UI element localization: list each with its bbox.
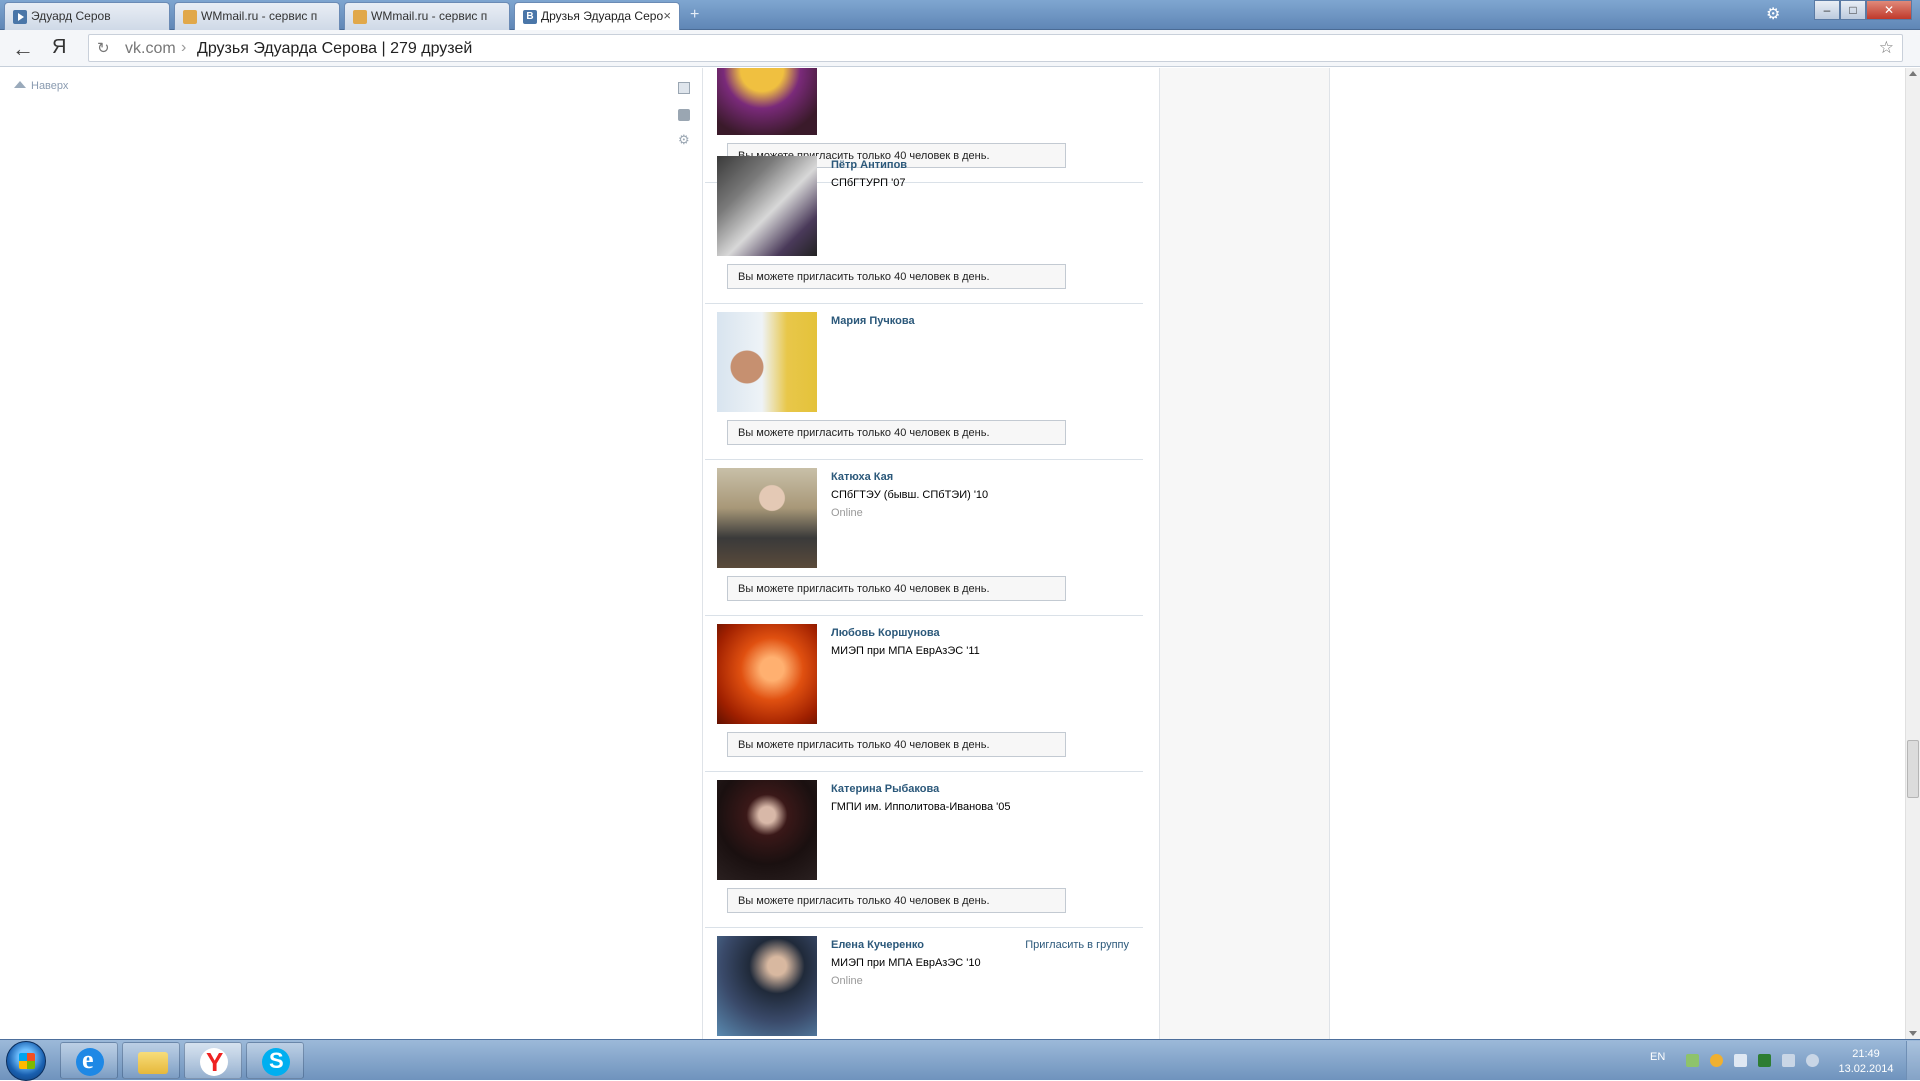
friend-name[interactable]: Елена Кучеренко xyxy=(831,939,924,951)
windows-taskbar: EN 21:49 13.02.2014 xyxy=(0,1039,1920,1081)
scroll-down-arrow-icon[interactable] xyxy=(1909,1031,1917,1036)
right-column xyxy=(1159,68,1330,1039)
friend-university: МИЭП при МПА ЕврАзЭС '11 xyxy=(831,645,980,657)
back-button[interactable]: ← xyxy=(12,36,34,62)
comment-icon[interactable] xyxy=(678,109,690,121)
friend-university: ГМПИ им. Ипполитова-Иванова '05 xyxy=(831,801,1011,813)
friend-university: МИЭП при МПА ЕврАзЭС '10 xyxy=(831,957,981,969)
friend-avatar[interactable] xyxy=(717,780,817,880)
friend-name[interactable]: Мария Пучкова xyxy=(831,315,915,327)
show-desktop-button[interactable] xyxy=(1906,1041,1920,1080)
settings-gear-icon[interactable]: ⚙ xyxy=(1766,4,1780,24)
invite-limit-note: Вы можете пригласить только 40 человек в… xyxy=(727,732,1066,757)
internet-explorer-icon[interactable] xyxy=(60,1042,118,1079)
folder-icon[interactable] xyxy=(122,1042,180,1079)
vk-icon: B xyxy=(523,10,537,24)
friend-name[interactable]: Любовь Коршунова xyxy=(831,627,940,639)
yandex-glyph-icon xyxy=(200,1047,228,1078)
friend-name[interactable]: Катерина Рыбакова xyxy=(831,783,939,795)
tab-title: WMmail.ru - сервис п xyxy=(371,9,488,23)
browser-toolbar: ← Я ↻ vk.com › Друзья Эдуарда Серова | 2… xyxy=(0,30,1920,67)
online-status: Online xyxy=(831,507,863,519)
invite-limit-note: Вы можете пригласить только 40 человек в… xyxy=(727,420,1066,445)
maximize-button[interactable]: □ xyxy=(1840,0,1866,20)
friend-avatar[interactable] xyxy=(717,624,817,724)
yandex-browser-icon[interactable] xyxy=(184,1042,242,1079)
play-icon xyxy=(13,10,27,24)
ie-glyph-icon xyxy=(76,1045,104,1076)
volume-icon[interactable] xyxy=(1806,1054,1819,1067)
friend-row: Пётр Антипов СПбГТУРП '07 Вы можете приг… xyxy=(705,148,1143,304)
folder-glyph-icon xyxy=(138,1052,168,1074)
network-icon[interactable] xyxy=(1782,1054,1795,1067)
tab-title: Друзья Эдуарда Серо xyxy=(541,9,664,23)
friend-row: Катюха Кая СПбГТЭУ (бывш. СПбТЭИ) '10 On… xyxy=(705,460,1143,616)
wmmail-icon xyxy=(183,10,197,24)
vertical-scrollbar[interactable] xyxy=(1905,68,1920,1039)
invite-to-group-link[interactable]: Пригласить в группу xyxy=(1025,939,1129,951)
skype-glyph-icon xyxy=(262,1048,290,1076)
gear-icon[interactable]: ⚙ xyxy=(678,133,690,146)
tab-title: Эдуард Серов xyxy=(31,9,111,23)
url-domain: vk.com xyxy=(125,40,176,57)
friend-avatar[interactable] xyxy=(717,156,817,256)
minimize-button[interactable]: – xyxy=(1814,0,1840,20)
wmmail-icon xyxy=(353,10,367,24)
url-separator: › xyxy=(181,39,187,56)
column-divider xyxy=(702,68,703,1039)
scrollbar-thumb[interactable] xyxy=(1907,740,1919,798)
friend-avatar[interactable] xyxy=(717,936,817,1036)
address-bar[interactable]: ↻ vk.com › Друзья Эдуарда Серова | 279 д… xyxy=(88,34,1903,62)
bookmark-star-icon[interactable]: ☆ xyxy=(1879,38,1894,58)
scroll-to-top-link[interactable]: Наверх xyxy=(14,80,68,92)
page-content: Наверх ⚙ Вы можете пригласить только 40 … xyxy=(0,68,1905,1039)
tab-eduard-serov[interactable]: Эдуард Серов xyxy=(4,2,170,30)
action-center-flag-icon[interactable] xyxy=(1734,1054,1747,1067)
tray-app-icon[interactable] xyxy=(1758,1054,1771,1067)
clock-date: 13.02.2014 xyxy=(1838,1063,1894,1075)
url-page-title: Друзья Эдуарда Серова | 279 друзей xyxy=(197,40,473,57)
language-indicator[interactable]: EN xyxy=(1650,1051,1665,1063)
system-clock[interactable]: 21:49 13.02.2014 xyxy=(1836,1047,1896,1077)
friend-avatar[interactable] xyxy=(717,68,817,135)
tab-friends[interactable]: B Друзья Эдуарда Серо × xyxy=(514,2,680,31)
skype-icon[interactable] xyxy=(246,1042,304,1079)
close-window-button[interactable]: ✕ xyxy=(1866,0,1912,20)
tray-app-icon[interactable] xyxy=(1710,1054,1723,1067)
friend-avatar[interactable] xyxy=(717,468,817,568)
invite-limit-note: Вы можете пригласить только 40 человек в… xyxy=(727,888,1066,913)
start-button[interactable] xyxy=(6,1041,46,1081)
friend-row: Мария Пучкова Вы можете пригласить тольк… xyxy=(705,304,1143,460)
friend-avatar[interactable] xyxy=(717,312,817,412)
friend-row: Елена Кучеренко МИЭП при МПА ЕврАзЭС '10… xyxy=(705,928,1143,1039)
friend-name[interactable]: Катюха Кая xyxy=(831,471,893,483)
scroll-up-arrow-icon[interactable] xyxy=(1909,71,1917,76)
friend-name[interactable]: Пётр Антипов xyxy=(831,159,907,171)
friend-row: Любовь Коршунова МИЭП при МПА ЕврАзЭС '1… xyxy=(705,616,1143,772)
tab-title: WMmail.ru - сервис п xyxy=(201,9,318,23)
yandex-button[interactable]: Я xyxy=(52,36,66,59)
arrow-up-icon xyxy=(14,81,26,88)
friend-row: Катерина Рыбакова ГМПИ им. Ипполитова-Ив… xyxy=(705,772,1143,928)
clock-time: 21:49 xyxy=(1852,1048,1880,1060)
tab-wmmail-1[interactable]: WMmail.ru - сервис п xyxy=(174,2,340,30)
scroll-top-label: Наверх xyxy=(31,80,69,92)
tab-wmmail-2[interactable]: WMmail.ru - сервис п xyxy=(344,2,510,30)
tray-app-icon[interactable] xyxy=(1686,1054,1699,1067)
new-tab-button[interactable]: + xyxy=(690,6,699,24)
close-tab-icon[interactable]: × xyxy=(663,8,671,23)
reload-icon[interactable]: ↻ xyxy=(97,39,110,57)
invite-limit-note: Вы можете пригласить только 40 человек в… xyxy=(727,264,1066,289)
mail-icon[interactable] xyxy=(678,82,690,94)
friend-university: СПбГТЭУ (бывш. СПбТЭИ) '10 xyxy=(831,489,989,501)
online-status: Online xyxy=(831,975,863,987)
browser-tab-strip: Эдуард Серов WMmail.ru - сервис п WMmail… xyxy=(0,0,1920,31)
friend-university: СПбГТУРП '07 xyxy=(831,177,906,189)
invite-limit-note: Вы можете пригласить только 40 человек в… xyxy=(727,576,1066,601)
